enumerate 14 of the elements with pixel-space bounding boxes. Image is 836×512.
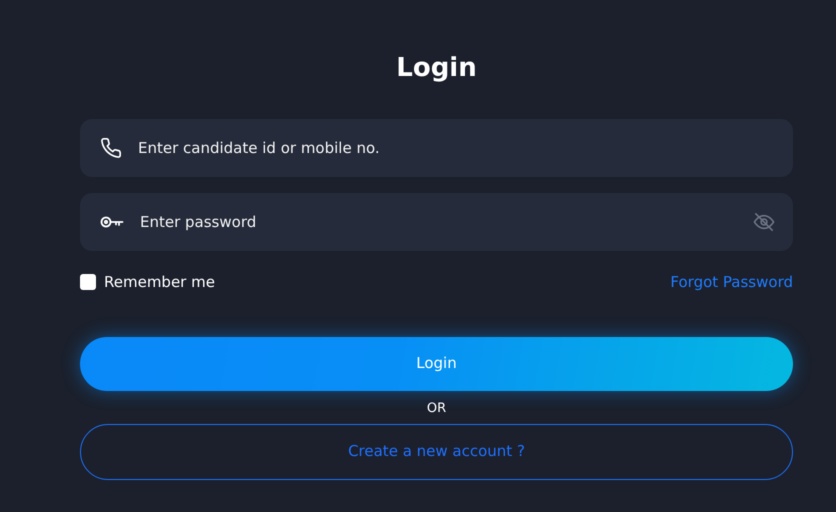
page-title: Login bbox=[395, 52, 478, 85]
password-input[interactable]: Enter password bbox=[138, 210, 739, 234]
remember-label: Remember me bbox=[104, 272, 215, 293]
remember-checkbox[interactable] bbox=[80, 274, 96, 290]
or-separator: OR bbox=[426, 400, 448, 418]
id-field[interactable]: Enter candidate id or mobile no. bbox=[80, 119, 793, 177]
phone-icon bbox=[100, 137, 122, 159]
forgot-password-link[interactable]: Forgot Password bbox=[670, 271, 793, 294]
eye-slash-icon[interactable] bbox=[753, 212, 775, 232]
password-field[interactable]: Enter password bbox=[80, 193, 793, 251]
id-input[interactable]: Enter candidate id or mobile no. bbox=[136, 136, 775, 160]
key-icon bbox=[100, 215, 124, 229]
create-account-button[interactable]: Create a new account ? bbox=[80, 424, 793, 480]
login-button[interactable]: Login bbox=[80, 336, 793, 390]
